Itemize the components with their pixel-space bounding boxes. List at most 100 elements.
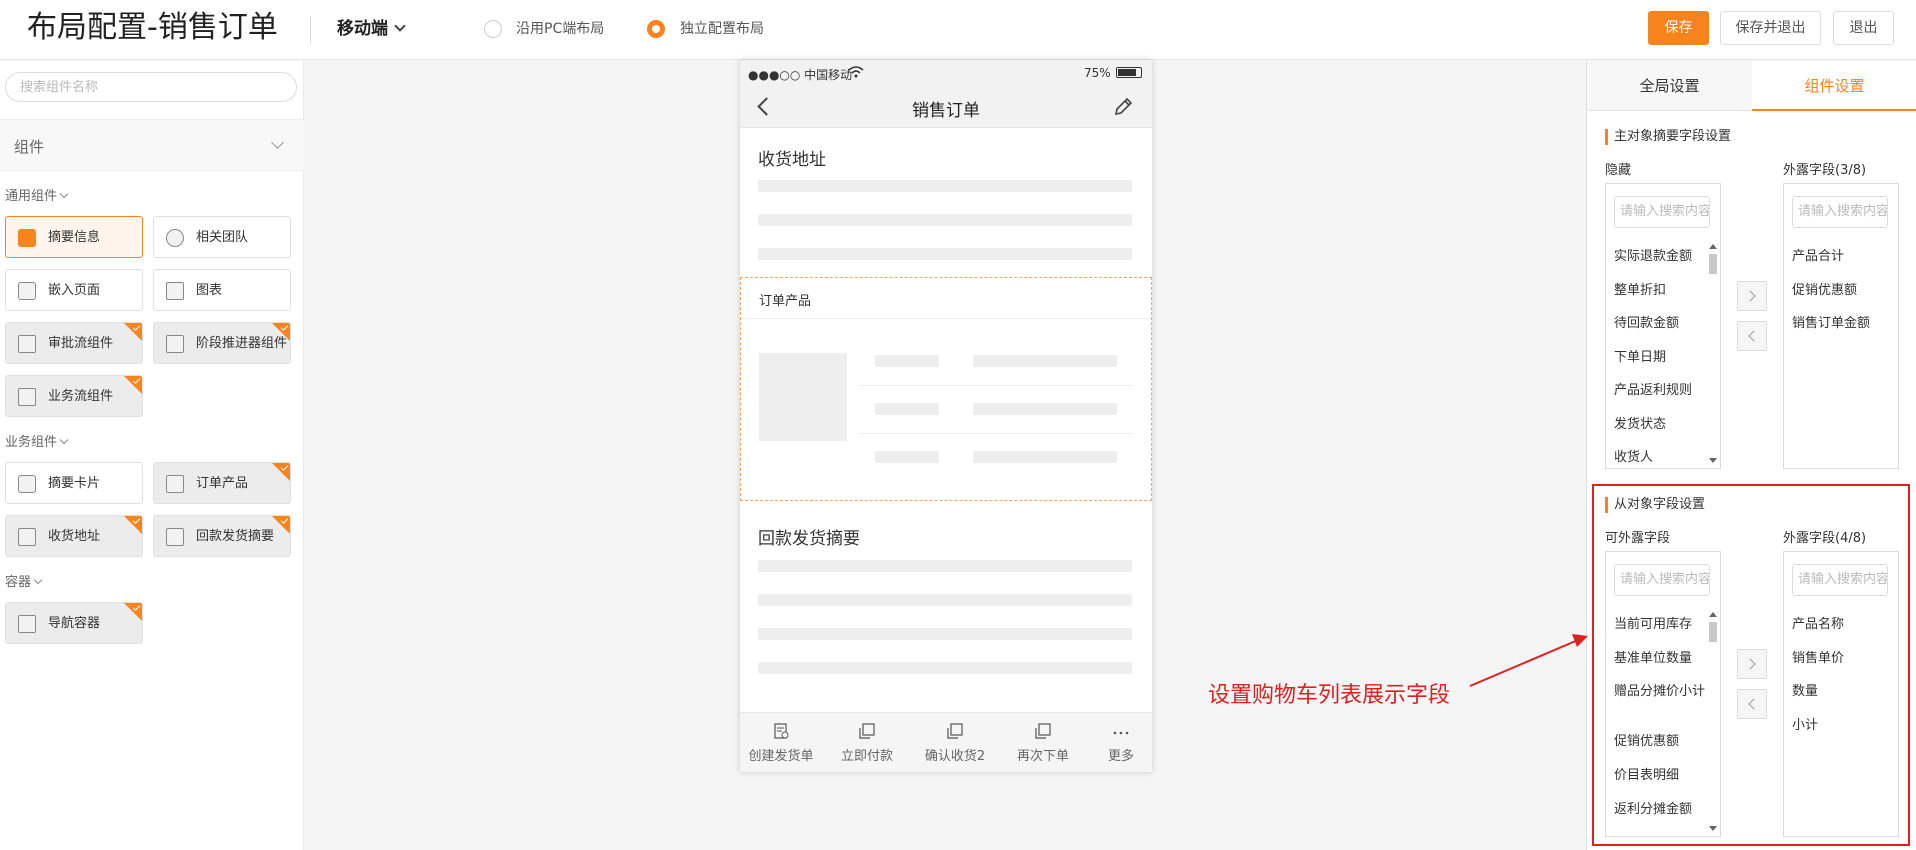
check-badge-icon bbox=[124, 323, 142, 341]
header-divider bbox=[310, 16, 311, 44]
scrollbar[interactable] bbox=[1708, 244, 1718, 468]
section-common-components[interactable]: 通用组件 bbox=[5, 185, 69, 204]
action-label: 创建发货单 bbox=[748, 749, 814, 764]
placeholder-line bbox=[758, 662, 1132, 674]
exit-button[interactable]: 退出 bbox=[1833, 11, 1894, 45]
radio-use-pc-layout[interactable] bbox=[484, 20, 502, 38]
check-badge-icon bbox=[124, 516, 142, 534]
mobile-preview: ●●●○○ 中国移动 75% 销售订单 收货地址 订单产品 回款发货摘要 创建发… bbox=[740, 60, 1152, 772]
chevron-down-icon bbox=[33, 575, 43, 585]
component-stage-progress[interactable]: 阶段推进器组件 bbox=[153, 322, 291, 364]
chevron-down-icon bbox=[59, 435, 69, 445]
radio-label-independent-layout[interactable]: 独立配置布局 bbox=[680, 20, 764, 38]
phone-action-bar: 创建发货单 立即付款 确认收货2 再次下单 更多 bbox=[740, 712, 1152, 772]
list-item[interactable]: 整单折扣 bbox=[1614, 283, 1666, 299]
component-business-flow[interactable]: 业务流组件 bbox=[5, 375, 143, 417]
component-payment-shipment-summary[interactable]: 回款发货摘要 bbox=[153, 515, 291, 557]
phone-nav-title: 销售订单 bbox=[912, 101, 980, 121]
component-icon bbox=[18, 528, 36, 546]
list-item[interactable]: 下单日期 bbox=[1614, 350, 1666, 366]
radio-independent-layout[interactable] bbox=[647, 20, 665, 38]
move-right-button[interactable] bbox=[1737, 281, 1767, 311]
annotation-text: 设置购物车列表展示字段 bbox=[1208, 683, 1451, 708]
component-group-title: 组件 bbox=[14, 138, 45, 156]
more-dots-icon bbox=[1113, 731, 1129, 735]
component-approval-flow[interactable]: 审批流组件 bbox=[5, 322, 143, 364]
component-icon bbox=[166, 528, 184, 546]
list-item[interactable]: 产品合计 bbox=[1792, 249, 1844, 265]
action-label: 更多 bbox=[1107, 749, 1134, 764]
save-button[interactable]: 保存 bbox=[1648, 11, 1709, 45]
list-item[interactable]: 促销优惠额 bbox=[1792, 283, 1857, 299]
hidden-fields-header: 隐藏 bbox=[1605, 163, 1632, 178]
summary-icon bbox=[18, 229, 36, 247]
placeholder-line bbox=[758, 628, 1132, 640]
component-group-header[interactable]: 组件 bbox=[0, 119, 304, 171]
component-related-team[interactable]: 相关团队 bbox=[153, 216, 291, 258]
component-shipping-address[interactable]: 收货地址 bbox=[5, 515, 143, 557]
component-order-products[interactable]: 订单产品 bbox=[153, 462, 291, 504]
placeholder-line bbox=[758, 594, 1132, 606]
chart-icon bbox=[166, 282, 184, 300]
list-item[interactable]: 发货状态 bbox=[1614, 417, 1666, 433]
component-summary-info[interactable]: 摘要信息 bbox=[5, 216, 143, 258]
action-create-delivery[interactable]: 创建发货单 bbox=[740, 713, 822, 773]
check-badge-icon bbox=[272, 323, 290, 341]
section-label: 容器 bbox=[5, 575, 32, 590]
check-badge-icon bbox=[272, 516, 290, 534]
shown-fields-list: 请输入搜索内容 产品合计 促销优惠额 销售订单金额 bbox=[1783, 183, 1899, 469]
move-left-button[interactable] bbox=[1737, 321, 1767, 351]
battery-percent: 75% bbox=[1084, 66, 1111, 80]
component-embedded-page[interactable]: 嵌入页面 bbox=[5, 269, 143, 311]
section-containers[interactable]: 容器 bbox=[5, 571, 43, 590]
hidden-fields-list: 请输入搜索内容 实际退款金额 整单折扣 待回款金额 下单日期 产品返利规则 发货… bbox=[1605, 183, 1721, 469]
section-business-components[interactable]: 业务组件 bbox=[5, 431, 69, 450]
device-mode-dropdown[interactable]: 移动端 bbox=[337, 16, 406, 42]
page-title: 布局配置-销售订单 bbox=[27, 10, 278, 45]
tab-global-settings[interactable]: 全局设置 bbox=[1587, 61, 1752, 111]
shown-fields-search-input[interactable]: 请输入搜索内容 bbox=[1792, 196, 1888, 228]
list-item[interactable]: 产品返利规则 bbox=[1614, 383, 1692, 399]
placeholder-line bbox=[875, 451, 939, 463]
scrollbar-thumb[interactable] bbox=[1709, 254, 1717, 274]
component-search-input[interactable] bbox=[5, 72, 297, 102]
top-header: 布局配置-销售订单 移动端 沿用PC端布局 独立配置布局 保存 保存并退出 退出 bbox=[0, 0, 1916, 60]
radio-label-use-pc-layout[interactable]: 沿用PC端布局 bbox=[516, 20, 604, 38]
list-item[interactable]: 待回款金额 bbox=[1614, 316, 1679, 332]
check-badge-icon bbox=[124, 603, 142, 621]
component-chart[interactable]: 图表 bbox=[153, 269, 291, 311]
annotation-highlight-box bbox=[1592, 484, 1910, 846]
list-item[interactable]: 销售订单金额 bbox=[1792, 316, 1870, 332]
save-exit-button[interactable]: 保存并退出 bbox=[1720, 11, 1821, 45]
component-summary-card[interactable]: 摘要卡片 bbox=[5, 462, 143, 504]
check-badge-icon bbox=[272, 463, 290, 481]
divider bbox=[859, 385, 1133, 386]
shown-fields-header: 外露字段(3/8) bbox=[1783, 163, 1867, 178]
placeholder-line bbox=[973, 451, 1117, 463]
component-label: 嵌入页面 bbox=[48, 283, 101, 298]
component-label: 图表 bbox=[196, 283, 223, 298]
product-image-placeholder bbox=[759, 353, 847, 441]
component-icon bbox=[166, 475, 184, 493]
placeholder-line bbox=[758, 248, 1132, 260]
device-mode-label: 移动端 bbox=[337, 19, 388, 39]
action-reorder[interactable]: 再次下单 bbox=[1002, 713, 1084, 773]
hidden-fields-search-input[interactable]: 请输入搜索内容 bbox=[1614, 196, 1710, 228]
list-item[interactable]: 收货人 bbox=[1614, 450, 1653, 466]
battery-icon bbox=[1116, 67, 1142, 78]
chevron-down-icon bbox=[271, 136, 284, 149]
order-products-block[interactable]: 订单产品 bbox=[740, 277, 1152, 501]
component-icon bbox=[1035, 723, 1051, 739]
action-confirm-receipt[interactable]: 确认收货2 bbox=[914, 713, 996, 773]
action-more[interactable]: 更多 bbox=[1080, 713, 1162, 773]
action-pay-now[interactable]: 立即付款 bbox=[826, 713, 908, 773]
tab-component-settings[interactable]: 组件设置 bbox=[1752, 61, 1916, 111]
component-icon bbox=[18, 335, 36, 353]
edit-pencil-icon[interactable] bbox=[1112, 96, 1134, 118]
chevron-down-icon bbox=[59, 189, 69, 199]
component-nav-container[interactable]: 导航容器 bbox=[5, 602, 143, 644]
list-item[interactable]: 实际退款金额 bbox=[1614, 249, 1692, 265]
placeholder-line bbox=[875, 403, 939, 415]
carrier-label: ●●●○○ 中国移动 bbox=[748, 68, 853, 82]
products-section-title: 订单产品 bbox=[759, 294, 812, 309]
